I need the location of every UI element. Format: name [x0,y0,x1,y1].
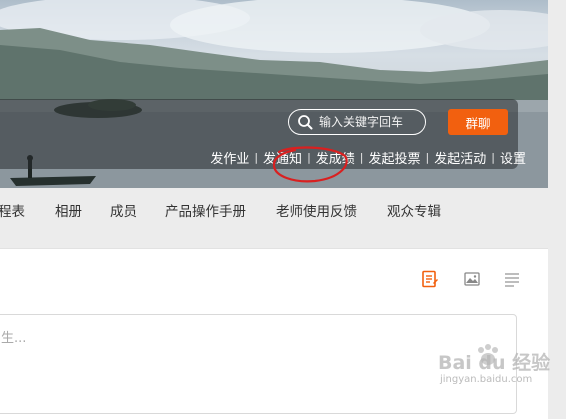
post-homework-link[interactable]: 发作业 [210,148,249,167]
separator: | [307,150,311,164]
settings-link[interactable]: 设置 [500,148,526,167]
post-content-placeholder: 生... [1,331,27,346]
tab-audience-album[interactable]: 观众专辑 [387,200,441,220]
edit-icon[interactable] [421,270,439,288]
page-scroll-gutter [548,0,566,404]
start-vote-link[interactable]: 发起投票 [369,148,421,167]
separator: | [359,150,364,164]
tab-album[interactable]: 相册 [55,200,82,220]
watermark-url: jingyan.baidu.com [440,374,533,385]
action-links: 发作业 | 发通知 | 发成绩 | 发起投票 | 发起活动 | 设置 [210,148,526,167]
start-activity-link[interactable]: 发起活动 [434,148,486,167]
group-chat-button[interactable]: 群聊 [448,109,508,135]
separator: | [425,150,430,164]
image-icon[interactable] [463,270,481,288]
tab-product-manual[interactable]: 产品操作手册 [165,200,246,220]
search-input[interactable] [319,115,419,129]
tab-teacher-feedback[interactable]: 老师使用反馈 [276,200,357,220]
post-grades-link[interactable]: 发成绩 [316,148,355,167]
separator: | [254,150,259,164]
tab-schedule[interactable]: 程表 [0,200,25,220]
tab-members[interactable]: 成员 [110,200,137,220]
search-icon [298,115,313,130]
watermark-brand: Bai du 经验 [438,352,551,374]
post-notice-link[interactable]: 发通知 [263,148,302,167]
list-icon[interactable] [503,270,521,288]
tab-bar: 程表 相册 成员 产品操作手册 老师使用反馈 观众专辑 [0,188,548,230]
separator: | [491,150,495,164]
search-box[interactable] [288,109,426,135]
